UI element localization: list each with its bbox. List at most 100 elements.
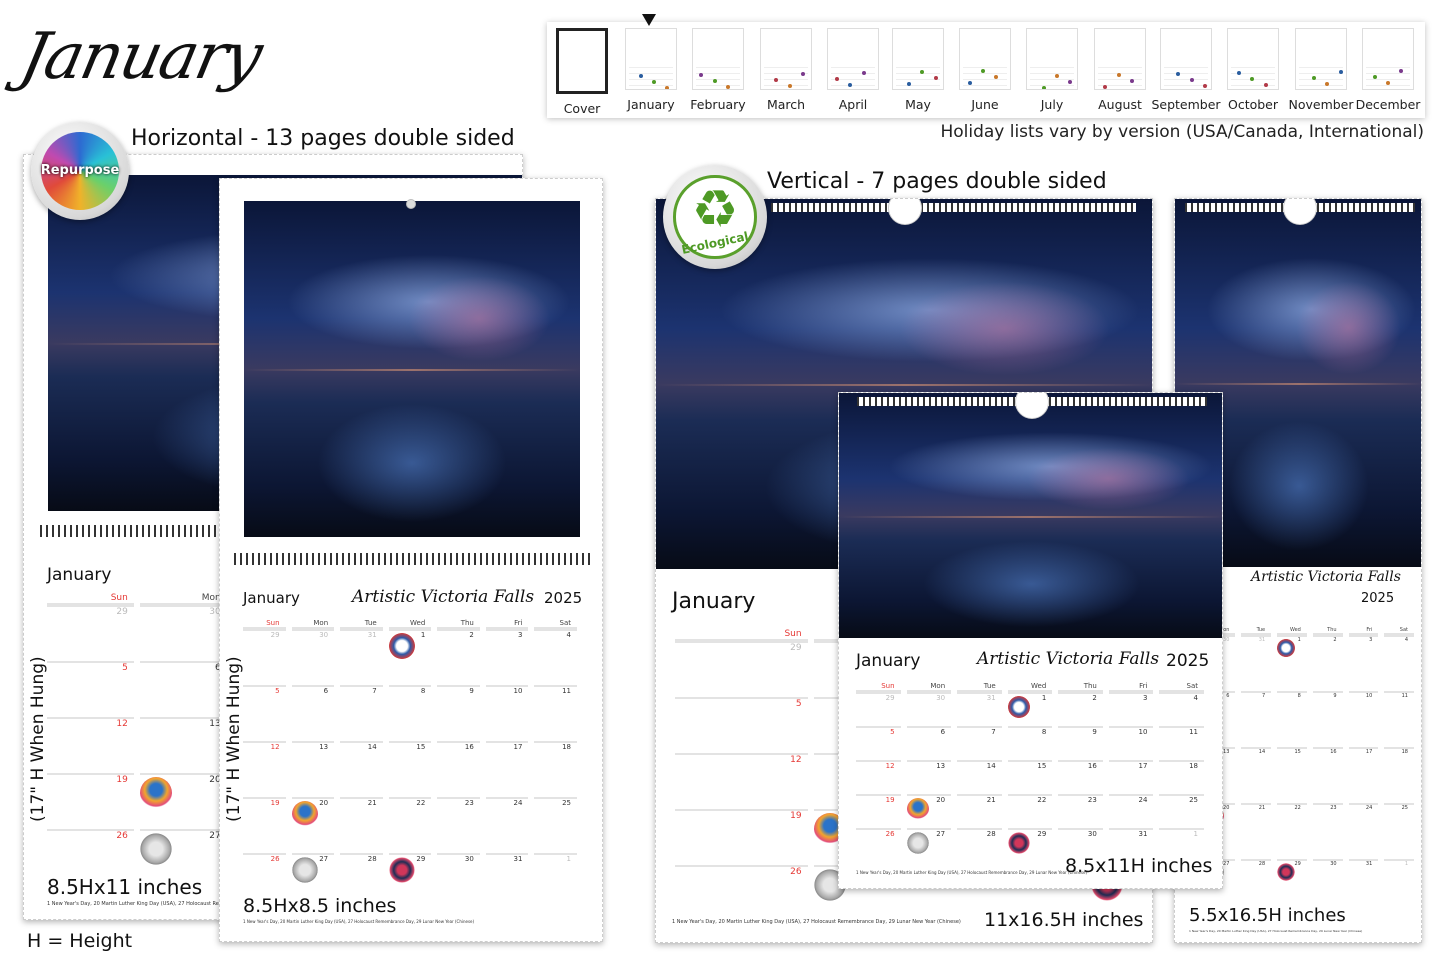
holiday-sticker-icon <box>906 832 929 854</box>
day-cell: 29 <box>1007 828 1053 862</box>
day-cell: 19 <box>243 797 286 853</box>
thumbnail-november[interactable]: November <box>1288 28 1354 112</box>
thumbnail-image <box>1160 28 1212 90</box>
day-cell: 31 <box>1348 859 1379 915</box>
day-cell: 3 <box>1348 635 1379 691</box>
hung-height-note: (17" H When Hung) <box>28 656 48 822</box>
size-label: 8.5Hx11 inches <box>47 875 203 899</box>
day-cell: 23 <box>437 797 480 853</box>
day-cell: 14 <box>1241 747 1272 803</box>
thumbnail-february[interactable]: February <box>689 28 747 112</box>
thumbnail-image <box>892 28 944 90</box>
day-cell: 12 <box>856 760 901 794</box>
day-cell: 30 <box>437 853 480 909</box>
day-cell: 1 <box>1384 859 1414 915</box>
holiday-sticker-icon <box>1007 696 1030 718</box>
thumbnail-july[interactable]: July <box>1023 28 1081 112</box>
day-cell: 24 <box>1348 803 1379 859</box>
day-cell: 28 <box>957 828 1002 862</box>
vertical-heading: Vertical - 7 pages double sided <box>767 169 1107 194</box>
day-cell: 6 <box>906 726 952 760</box>
weekday-header: Thu <box>437 619 480 629</box>
day-cell: 16 <box>1058 760 1103 794</box>
page-title: January <box>14 20 268 94</box>
day-cell: 24 <box>1108 794 1154 828</box>
day-cell: 27 <box>906 828 952 862</box>
day-cell: 13 <box>291 741 335 797</box>
day-cell: 5 <box>243 685 286 741</box>
thumbnail-december[interactable]: December <box>1356 28 1420 112</box>
thumbnail-march[interactable]: March <box>757 28 815 112</box>
day-cell: 10 <box>485 685 529 741</box>
day-cell: 14 <box>957 760 1002 794</box>
day-cell: 22 <box>388 797 432 853</box>
thumbnail-august[interactable]: August <box>1091 28 1149 112</box>
calendar-title: Artistic Victoria Falls <box>352 587 535 607</box>
holiday-sticker-icon <box>1277 863 1296 881</box>
day-cell: 11 <box>1384 691 1414 747</box>
day-cell: 1 <box>1007 692 1053 726</box>
thumbnail-label: December <box>1355 97 1421 112</box>
thumbnail-image <box>760 28 812 90</box>
day-cell: 9 <box>1312 691 1343 747</box>
thumbnail-label: July <box>1040 97 1064 112</box>
thumbnail-label: October <box>1227 97 1279 112</box>
calendar-photo <box>839 393 1222 638</box>
calendar-year: 2025 <box>1166 651 1210 671</box>
weekday-header: Mon <box>906 682 952 692</box>
holiday-footnote: 1 New Year's Day, 20 Martin Luther King … <box>856 870 1088 875</box>
thumbnail-label: Cover <box>563 101 601 116</box>
day-cell: 3 <box>485 629 529 685</box>
repurpose-icon: Repurpose <box>40 163 120 179</box>
day-cell: 5 <box>675 697 808 753</box>
day-cell: 2 <box>437 629 480 685</box>
height-legend: H = Height <box>27 930 133 952</box>
day-cell: 4 <box>1159 692 1204 726</box>
weekday-header: Sun <box>856 682 901 692</box>
holiday-footnote: 1 New Year's Day, 20 Martin Luther King … <box>1189 929 1363 933</box>
thumbnail-january[interactable]: January <box>622 28 680 112</box>
selected-month-marker-icon <box>642 14 656 26</box>
holiday-footnote: 1 New Year's Day, 20 Martin Luther King … <box>672 919 961 925</box>
day-cell: 11 <box>1159 726 1204 760</box>
day-cell: 17 <box>1108 760 1154 794</box>
day-cell: 30 <box>291 629 335 685</box>
size-label: 5.5x16.5H inches <box>1189 905 1346 926</box>
thumbnail-image <box>556 28 608 94</box>
calendar-grid: SunMonTueWedThuFriSat2930311234567891011… <box>240 619 580 909</box>
weekday-header: Sun <box>675 629 808 641</box>
size-label: 8.5x11H inches <box>1065 855 1213 877</box>
weekday-header: Tue <box>340 619 383 629</box>
calendar-year: 2025 <box>544 589 583 607</box>
weekday-header: Wed <box>388 619 432 629</box>
calendar-month: January <box>672 589 756 614</box>
day-cell: 19 <box>675 809 808 865</box>
month-thumbnail-strip: Cover January February March April May June Jul… <box>547 22 1425 118</box>
day-cell: 4 <box>1384 635 1414 691</box>
weekday-header: Mon <box>139 593 227 605</box>
thumbnail-image <box>692 28 744 90</box>
day-cell: 16 <box>1312 747 1343 803</box>
spiral-binding <box>234 553 590 565</box>
weekday-header: Mon <box>291 619 335 629</box>
thumbnail-image <box>1362 28 1414 90</box>
weekday-header: Fri <box>485 619 529 629</box>
day-cell: 21 <box>1241 803 1272 859</box>
day-cell: 9 <box>437 685 480 741</box>
day-cell: 2 <box>1312 635 1343 691</box>
thumbnail-june[interactable]: June <box>956 28 1014 112</box>
day-cell: 20 <box>906 794 952 828</box>
weekday-header: Wed <box>1277 627 1307 635</box>
thumbnail-cover[interactable]: Cover <box>553 28 611 116</box>
holiday-sticker-icon <box>388 857 415 883</box>
thumbnail-september[interactable]: September <box>1151 28 1221 112</box>
day-cell: 4 <box>534 629 577 685</box>
calendar-month: January <box>47 565 112 585</box>
thumbnail-may[interactable]: May <box>889 28 947 112</box>
thumbnail-april[interactable]: April <box>824 28 882 112</box>
day-cell: 26 <box>675 865 808 921</box>
holiday-sticker-icon <box>291 857 318 883</box>
calendar-title: Artistic Victoria Falls <box>1251 569 1401 585</box>
thumbnail-october[interactable]: October <box>1224 28 1282 112</box>
day-cell: 8 <box>388 685 432 741</box>
